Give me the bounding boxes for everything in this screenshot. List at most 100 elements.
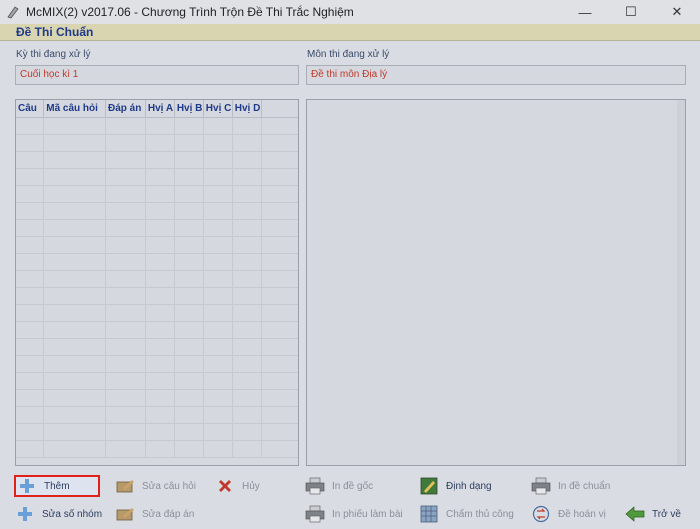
col-header-hvi-c[interactable]: Hvị C (203, 100, 233, 118)
table-cell[interactable] (16, 270, 45, 288)
table-cell[interactable] (105, 440, 146, 458)
table-cell[interactable] (261, 185, 298, 203)
table-cell[interactable] (105, 134, 146, 152)
col-header-ma-cau-hoi[interactable]: Mã câu hỏi (43, 100, 106, 118)
de-hoan-vi-button[interactable]: Đề hoán vị (530, 503, 620, 525)
table-cell[interactable] (232, 372, 262, 390)
exam-field[interactable]: Cuối học kì 1 (15, 65, 299, 85)
table-row[interactable] (16, 406, 298, 424)
table-cell[interactable] (145, 168, 175, 186)
table-cell[interactable] (145, 270, 175, 288)
table-cell[interactable] (43, 338, 106, 356)
maximize-button[interactable]: ☐ (608, 0, 654, 24)
table-cell[interactable] (174, 185, 204, 203)
table-cell[interactable] (261, 236, 298, 254)
table-cell[interactable] (261, 338, 298, 356)
table-cell[interactable] (232, 338, 262, 356)
them-button[interactable]: Thêm (14, 475, 100, 497)
table-row[interactable] (16, 423, 298, 441)
in-phieu-lam-bai-button[interactable]: In phiếu làm bài (304, 503, 414, 525)
table-cell[interactable] (16, 219, 45, 237)
table-cell[interactable] (43, 270, 106, 288)
table-cell[interactable] (105, 406, 146, 424)
table-cell[interactable] (174, 117, 204, 135)
table-cell[interactable] (232, 253, 262, 271)
table-cell[interactable] (261, 304, 298, 322)
table-cell[interactable] (203, 372, 233, 390)
table-cell[interactable] (145, 202, 175, 220)
table-cell[interactable] (105, 117, 146, 135)
table-cell[interactable] (105, 219, 146, 237)
table-cell[interactable] (43, 406, 106, 424)
table-cell[interactable] (203, 389, 233, 407)
table-cell[interactable] (232, 117, 262, 135)
table-cell[interactable] (16, 117, 45, 135)
table-row[interactable] (16, 168, 298, 186)
table-row[interactable] (16, 117, 298, 135)
table-cell[interactable] (16, 406, 45, 424)
close-button[interactable]: ✕ (654, 0, 700, 24)
table-cell[interactable] (174, 372, 204, 390)
table-cell[interactable] (105, 355, 146, 373)
table-cell[interactable] (203, 134, 233, 152)
table-cell[interactable] (232, 236, 262, 254)
table-cell[interactable] (203, 423, 233, 441)
table-cell[interactable] (145, 321, 175, 339)
col-header-hvi-d[interactable]: Hvị D (232, 100, 262, 118)
table-cell[interactable] (16, 253, 45, 271)
col-header-hvi-b[interactable]: Hvị B (174, 100, 204, 118)
table-cell[interactable] (261, 219, 298, 237)
table-cell[interactable] (261, 355, 298, 373)
table-cell[interactable] (203, 236, 233, 254)
table-cell[interactable] (174, 406, 204, 424)
table-cell[interactable] (232, 423, 262, 441)
table-cell[interactable] (145, 389, 175, 407)
table-row[interactable] (16, 321, 298, 339)
table-cell[interactable] (43, 219, 106, 237)
table-cell[interactable] (43, 440, 106, 458)
table-cell[interactable] (105, 202, 146, 220)
table-cell[interactable] (261, 117, 298, 135)
table-cell[interactable] (232, 440, 262, 458)
table-cell[interactable] (232, 304, 262, 322)
table-cell[interactable] (105, 321, 146, 339)
table-cell[interactable] (145, 304, 175, 322)
table-cell[interactable] (43, 253, 106, 271)
table-cell[interactable] (203, 151, 233, 169)
in-de-chuan-button[interactable]: In đề chuẩn (530, 475, 630, 497)
table-cell[interactable] (16, 134, 45, 152)
table-cell[interactable] (261, 151, 298, 169)
table-row[interactable] (16, 389, 298, 407)
table-cell[interactable] (16, 185, 45, 203)
table-cell[interactable] (16, 338, 45, 356)
table-cell[interactable] (203, 321, 233, 339)
table-cell[interactable] (261, 372, 298, 390)
table-cell[interactable] (174, 202, 204, 220)
table-cell[interactable] (203, 338, 233, 356)
table-cell[interactable] (261, 270, 298, 288)
table-row[interactable] (16, 151, 298, 169)
table-cell[interactable] (43, 202, 106, 220)
table-cell[interactable] (203, 117, 233, 135)
table-cell[interactable] (261, 253, 298, 271)
table-cell[interactable] (174, 287, 204, 305)
table-cell[interactable] (105, 287, 146, 305)
table-cell[interactable] (43, 321, 106, 339)
table-cell[interactable] (43, 355, 106, 373)
table-row[interactable] (16, 355, 298, 373)
table-cell[interactable] (105, 168, 146, 186)
table-cell[interactable] (16, 287, 45, 305)
table-cell[interactable] (232, 406, 262, 424)
table-cell[interactable] (261, 406, 298, 424)
table-cell[interactable] (232, 168, 262, 186)
table-cell[interactable] (203, 270, 233, 288)
preview-panel[interactable] (306, 99, 686, 466)
table-row[interactable] (16, 236, 298, 254)
table-row[interactable] (16, 304, 298, 322)
table-cell[interactable] (43, 304, 106, 322)
subject-field[interactable]: Đề thi môn Địa lý (306, 65, 686, 85)
table-row[interactable] (16, 270, 298, 288)
table-cell[interactable] (16, 372, 45, 390)
table-cell[interactable] (105, 372, 146, 390)
table-cell[interactable] (105, 151, 146, 169)
